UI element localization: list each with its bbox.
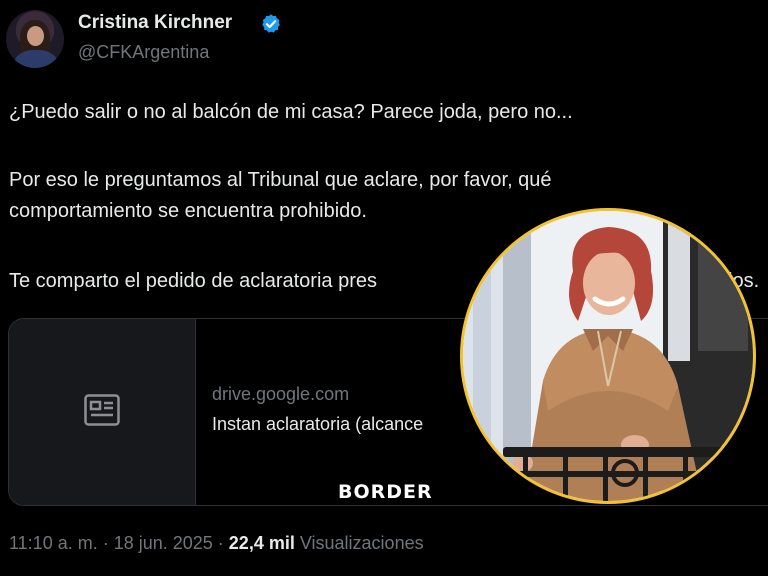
author-name[interactable]: Cristina Kirchner bbox=[78, 12, 232, 34]
avatar-face bbox=[27, 26, 44, 46]
verified-badge-icon bbox=[262, 14, 280, 33]
overlay-photo bbox=[460, 208, 756, 504]
tweet-text-line-2: Por eso le preguntamos al Tribunal que a… bbox=[9, 169, 552, 191]
author-avatar[interactable] bbox=[6, 10, 64, 68]
link-card-thumbnail bbox=[9, 319, 196, 505]
tweet-datetime[interactable]: 11:10 a. m. · 18 jun. 2025 · bbox=[9, 533, 229, 553]
link-card-title: Instan aclaratoria (alcance bbox=[212, 414, 424, 434]
tweet-meta: 11:10 a. m. · 18 jun. 2025 · 22,4 mil Vi… bbox=[9, 533, 424, 554]
woman-on-balcony-image bbox=[463, 211, 753, 501]
tweet-text-line-1: ¿Puedo salir o no al balcón de mi casa? … bbox=[9, 101, 573, 123]
border-watermark: BORDER bbox=[338, 481, 433, 503]
news-article-icon bbox=[84, 394, 120, 426]
views-count: 22,4 mil bbox=[228, 533, 295, 553]
author-handle[interactable]: @CFKArgentina bbox=[78, 42, 209, 63]
views-label: Visualizaciones bbox=[294, 533, 424, 553]
link-card-domain: drive.google.com bbox=[212, 384, 350, 404]
avatar-body bbox=[14, 50, 58, 68]
